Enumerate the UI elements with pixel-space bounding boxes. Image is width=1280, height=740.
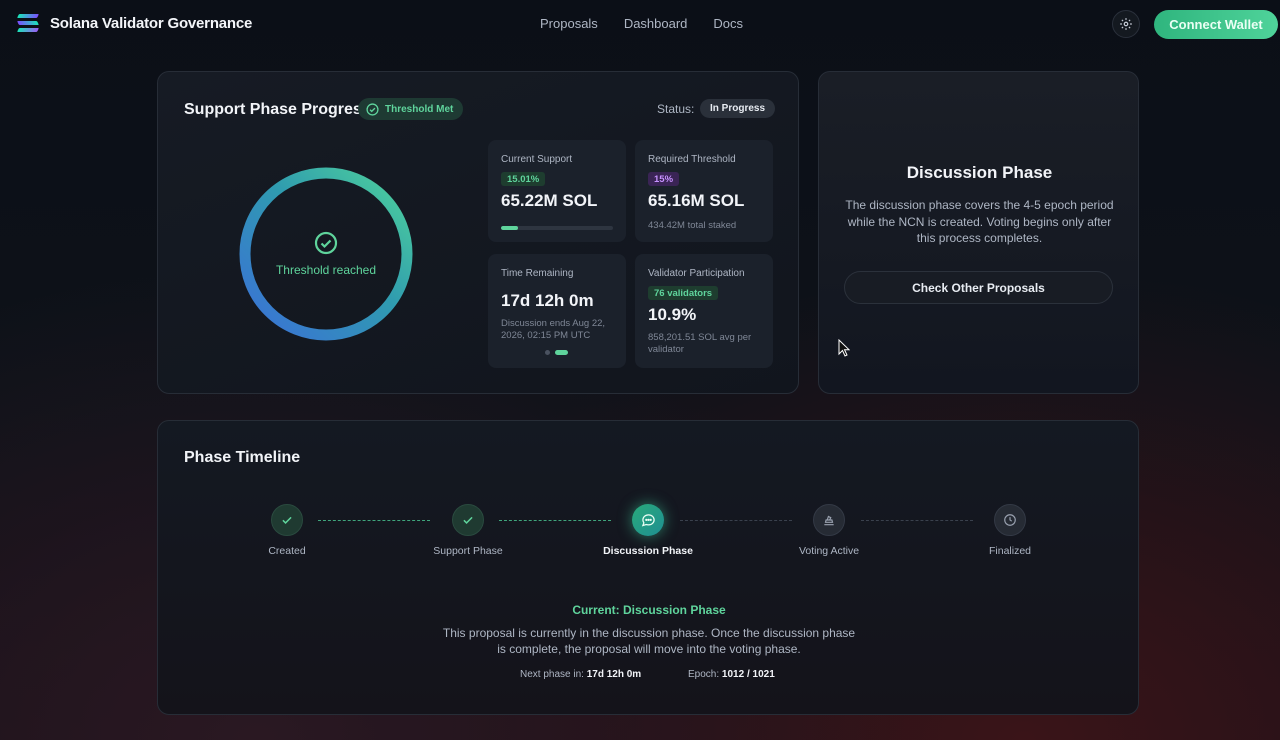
support-progress-fill	[501, 226, 518, 230]
stat-value: 65.22M SOL	[501, 191, 598, 210]
epoch-value: 1012 / 1021	[721, 669, 775, 680]
timeline-step-created: Created	[217, 504, 357, 557]
stat-badge: 15%	[648, 172, 680, 186]
check-other-proposals-button[interactable]: Check Other Proposals	[844, 271, 1113, 304]
current-support-stat: Current Support 15.01% 65.22M SOL	[488, 140, 626, 242]
nav-proposals[interactable]: Proposals	[540, 16, 598, 31]
next-phase-info: Next phase in: 17d 12h 0m	[520, 669, 641, 680]
check-circle-icon	[366, 102, 379, 116]
status-badge: In Progress	[700, 99, 776, 118]
current-phase-description: This proposal is currently in the discus…	[442, 626, 856, 656]
stat-subtext: 434.42M total staked	[648, 220, 737, 231]
threshold-met-label: Threshold Met	[385, 103, 454, 115]
brand[interactable]: Solana Validator Governance	[17, 13, 253, 33]
discussion-description: The discussion phase covers the 4-5 epoc…	[845, 198, 1114, 245]
check-icon	[463, 516, 473, 524]
time-remaining-stat: Time Remaining 17d 12h 0m Discussion end…	[488, 254, 626, 368]
required-threshold-stat: Required Threshold 15% 65.16M SOL 434.42…	[635, 140, 773, 242]
vote-icon	[824, 515, 834, 526]
stat-title: Current Support	[501, 154, 573, 165]
timeline-step-support: Support Phase	[398, 504, 538, 557]
stat-value: 10.9%	[648, 305, 697, 324]
ring-label: Threshold reached	[275, 263, 377, 277]
epoch-info: Epoch: 1012 / 1021	[688, 669, 775, 680]
step-label: Support Phase	[433, 545, 503, 557]
stat-title: Validator Participation	[648, 268, 745, 279]
stat-value: 17d 12h 0m	[501, 291, 594, 310]
solana-logo-icon	[17, 13, 39, 33]
top-bar: Solana Validator Governance Proposals Da…	[0, 0, 1280, 48]
timeline-step-voting: Voting Active	[759, 504, 899, 557]
nav-dashboard[interactable]: Dashboard	[624, 16, 688, 31]
step-label: Finalized	[988, 545, 1032, 557]
support-phase-card: Support Phase Progress Threshold Met Sta…	[157, 71, 799, 394]
clock-icon	[1004, 514, 1016, 526]
step-label: Created	[268, 545, 306, 557]
settings-button[interactable]	[1112, 10, 1140, 38]
threshold-met-badge: Threshold Met	[358, 98, 464, 120]
brand-title: Solana Validator Governance	[50, 14, 253, 32]
stat-badge: 15.01%	[501, 172, 546, 186]
discussion-phase-card: Discussion Phase The discussion phase co…	[818, 71, 1139, 394]
step-label: Discussion Phase	[603, 545, 693, 557]
carousel-dots[interactable]	[545, 350, 568, 355]
main-nav: Proposals Dashboard Docs	[540, 16, 743, 31]
support-progress-bar	[501, 226, 613, 230]
next-phase-label: Next phase in:	[520, 669, 587, 680]
stat-badge: 76 validators	[648, 286, 719, 300]
carousel-dot[interactable]	[545, 350, 550, 355]
stat-title: Required Threshold	[648, 154, 736, 165]
stat-subtext: 858,201.51 SOL avg per validator	[648, 332, 752, 355]
epoch-label: Epoch:	[688, 669, 722, 680]
status-label: Status:	[657, 102, 695, 116]
carousel-dot-active[interactable]	[555, 350, 568, 355]
timeline-title: Phase Timeline	[184, 449, 301, 466]
stat-value: 65.16M SOL	[648, 191, 745, 210]
next-phase-value: 17d 12h 0m	[586, 669, 642, 680]
check-circle-icon	[314, 231, 338, 255]
chat-bubble-icon	[641, 513, 655, 526]
support-phase-title: Support Phase Progress	[184, 101, 371, 118]
check-icon	[282, 516, 292, 524]
current-phase-title: Current: Discussion Phase	[572, 603, 726, 617]
phase-timeline-card: Phase Timeline Created Support Phase Dis…	[157, 420, 1139, 715]
timeline-step-discussion: Discussion Phase	[578, 504, 718, 557]
discussion-title: Discussion Phase	[906, 163, 1053, 182]
validator-participation-stat: Validator Participation 76 validators 10…	[635, 254, 773, 368]
connect-wallet-button[interactable]: Connect Wallet	[1154, 10, 1278, 39]
stat-subtext: Discussion ends Aug 22, 2026, 02:15 PM U…	[501, 318, 606, 341]
support-progress-ring: Threshold reached	[239, 167, 413, 341]
nav-docs[interactable]: Docs	[713, 16, 743, 31]
timeline-step-finalized: Finalized	[940, 504, 1080, 557]
gear-icon	[1120, 18, 1132, 30]
step-label: Voting Active	[798, 545, 860, 557]
stat-title: Time Remaining	[501, 268, 574, 279]
mouse-cursor-icon	[838, 339, 850, 357]
